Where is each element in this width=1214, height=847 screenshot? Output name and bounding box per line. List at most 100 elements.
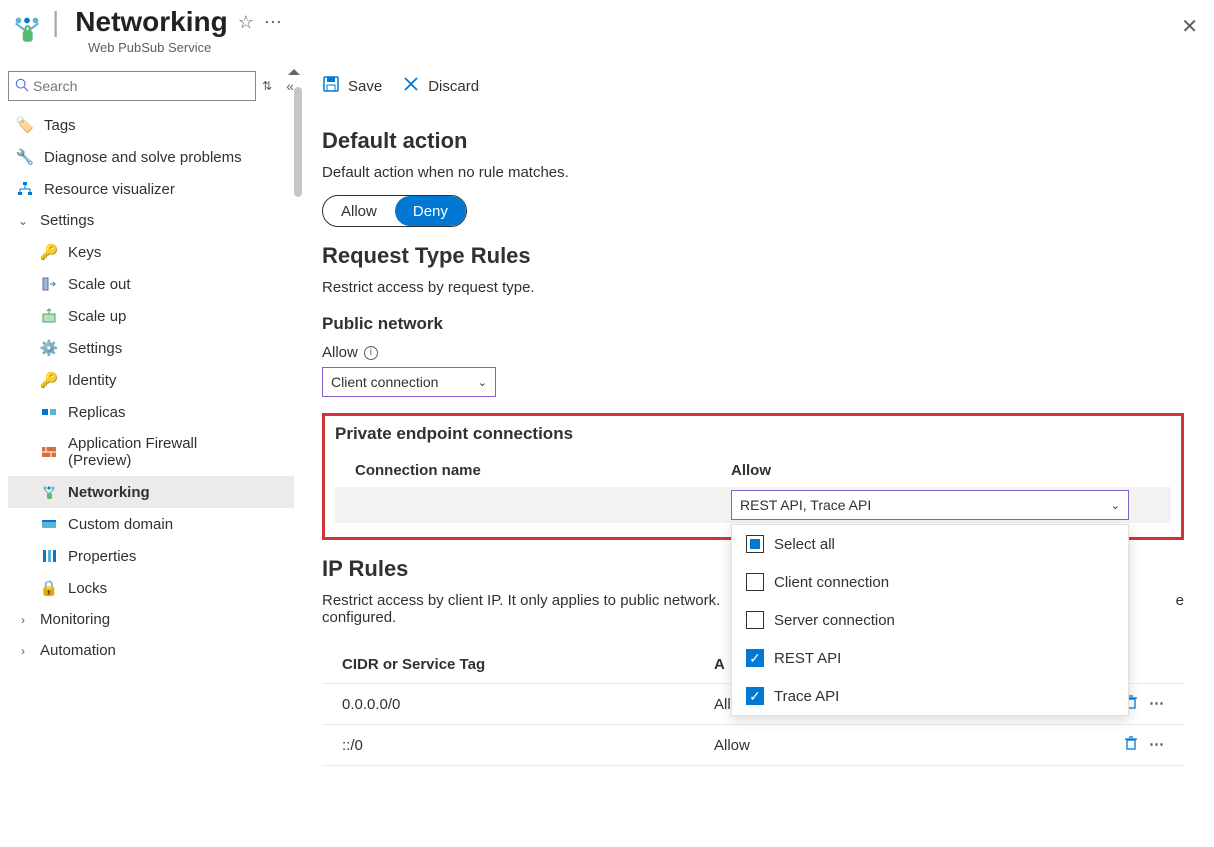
opt-select-all[interactable]: Select all — [732, 525, 1128, 563]
default-action-toggle[interactable]: Allow Deny — [322, 195, 467, 227]
expand-collapse-icon[interactable]: ⇅ — [262, 79, 272, 93]
toggle-allow[interactable]: Allow — [323, 196, 395, 226]
request-rules-heading: Request Type Rules — [322, 243, 1184, 269]
button-label: Discard — [428, 78, 479, 95]
sidebar-label: Replicas — [68, 404, 126, 421]
sidebar-item-identity[interactable]: 🔑 Identity — [8, 364, 294, 396]
chevron-right-icon: › — [16, 644, 30, 658]
sidebar-group-settings[interactable]: ⌄ Settings — [8, 205, 294, 236]
scale-out-icon — [40, 275, 58, 293]
service-icon — [10, 12, 44, 46]
sidebar-item-diagnose[interactable]: 🔧Diagnose and solve problems — [8, 141, 294, 173]
text: configured. — [322, 609, 396, 626]
sidebar-item-tags[interactable]: 🏷️Tags — [8, 109, 294, 141]
page-title: Networking — [75, 6, 227, 38]
checkbox-unchecked[interactable] — [746, 611, 764, 629]
chevron-down-icon: ⌄ — [16, 214, 30, 228]
sidebar: ⇅ « 🏷️Tags 🔧Diagnose and solve problems … — [0, 67, 302, 847]
sidebar-label: Custom domain — [68, 516, 173, 533]
main-content: Save Discard Default action Default acti… — [302, 67, 1214, 847]
cidr-value: ::/0 — [342, 737, 714, 754]
option-label: Trace API — [774, 688, 839, 705]
sidebar-item-scale-out[interactable]: Scale out — [8, 268, 294, 300]
checkbox-checked[interactable]: ✓ — [746, 649, 764, 667]
hierarchy-icon — [16, 180, 34, 198]
favorite-star-icon[interactable]: ☆ — [238, 12, 254, 33]
chevron-down-icon: ⌄ — [478, 376, 487, 389]
delete-button[interactable] — [1123, 735, 1139, 755]
toggle-deny[interactable]: Deny — [395, 196, 466, 226]
text-cut: e — [1176, 592, 1184, 609]
pe-allow-dropdown: Select all Client connection Server conn… — [731, 524, 1129, 716]
sidebar-search[interactable] — [8, 71, 256, 101]
page-subtitle: Web PubSub Service — [88, 40, 1181, 55]
gear-icon: ⚙️ — [40, 339, 58, 357]
collapse-sidebar-icon[interactable]: « — [286, 78, 294, 94]
sidebar-label: Settings — [40, 212, 94, 229]
title-divider: | — [52, 6, 59, 38]
select-value: REST API, Trace API — [740, 497, 871, 513]
action-value: Allow — [714, 737, 1094, 754]
sidebar-label: Resource visualizer — [44, 181, 175, 198]
more-icon[interactable]: ⋯ — [264, 12, 283, 33]
discard-button[interactable]: Discard — [402, 75, 479, 98]
option-label: Client connection — [774, 574, 889, 591]
sidebar-item-custom-domain[interactable]: Custom domain — [8, 508, 294, 540]
opt-trace-api[interactable]: ✓ Trace API — [732, 677, 1128, 715]
opt-server-connection[interactable]: Server connection — [732, 601, 1128, 639]
button-label: Save — [348, 78, 382, 95]
sidebar-group-automation[interactable]: › Automation — [8, 635, 294, 666]
sidebar-label: Identity — [68, 372, 116, 389]
sidebar-item-properties[interactable]: Properties — [8, 540, 294, 572]
save-button[interactable]: Save — [322, 75, 382, 98]
sidebar-label: Settings — [68, 340, 122, 357]
sidebar-label: Networking — [68, 484, 150, 501]
sidebar-label: Diagnose and solve problems — [44, 149, 242, 166]
opt-client-connection[interactable]: Client connection — [732, 563, 1128, 601]
identity-icon: 🔑 — [40, 371, 58, 389]
sidebar-scrollbar[interactable] — [294, 87, 302, 197]
info-icon[interactable]: i — [364, 346, 378, 360]
private-endpoint-heading: Private endpoint connections — [335, 424, 1171, 444]
checkbox-indeterminate[interactable] — [746, 535, 764, 553]
row-more-button[interactable]: ⋯ — [1149, 694, 1164, 714]
sidebar-item-networking[interactable]: Networking — [8, 476, 294, 508]
scale-up-icon — [40, 307, 58, 325]
default-action-heading: Default action — [322, 128, 1184, 154]
sidebar-item-resource-visualizer[interactable]: Resource visualizer — [8, 173, 294, 205]
sidebar-item-settings[interactable]: ⚙️ Settings — [8, 332, 294, 364]
sidebar-label: Automation — [40, 642, 116, 659]
option-label: REST API — [774, 650, 841, 667]
row-more-button[interactable]: ⋯ — [1149, 735, 1164, 755]
pe-allow-select[interactable]: REST API, Trace API ⌄ — [731, 490, 1129, 520]
key-icon: 🔑 — [40, 243, 58, 261]
search-input[interactable] — [33, 72, 249, 100]
col-allow: Allow — [731, 462, 1151, 479]
checkbox-unchecked[interactable] — [746, 573, 764, 591]
pe-table-row: REST API, Trace API ⌄ Select all Client … — [335, 487, 1171, 523]
option-label: Select all — [774, 536, 835, 553]
checkbox-checked[interactable]: ✓ — [746, 687, 764, 705]
close-button[interactable]: ✕ — [1181, 14, 1198, 39]
domain-icon — [40, 515, 58, 533]
sidebar-item-keys[interactable]: 🔑 Keys — [8, 236, 294, 268]
sidebar-item-locks[interactable]: 🔒Locks — [8, 572, 294, 604]
toolbar: Save Discard — [302, 67, 1204, 106]
chevron-right-icon: › — [16, 613, 30, 627]
sidebar-item-replicas[interactable]: Replicas — [8, 396, 294, 428]
public-allow-select[interactable]: Client connection ⌄ — [322, 367, 496, 397]
sidebar-label: Scale out — [68, 276, 131, 293]
sidebar-item-app-firewall[interactable]: Application Firewall (Preview) — [8, 428, 294, 476]
discard-icon — [402, 75, 420, 98]
search-icon — [15, 78, 29, 95]
sidebar-item-scale-up[interactable]: Scale up — [8, 300, 294, 332]
opt-rest-api[interactable]: ✓ REST API — [732, 639, 1128, 677]
cidr-value: 0.0.0.0/0 — [342, 696, 714, 713]
allow-label: Allow — [322, 344, 358, 361]
sidebar-label: Monitoring — [40, 611, 110, 628]
sidebar-group-monitoring[interactable]: › Monitoring — [8, 604, 294, 635]
sidebar-label: Keys — [68, 244, 101, 261]
sidebar-label: Tags — [44, 117, 76, 134]
public-network-heading: Public network — [322, 314, 1184, 334]
chevron-down-icon: ⌄ — [1111, 499, 1120, 512]
